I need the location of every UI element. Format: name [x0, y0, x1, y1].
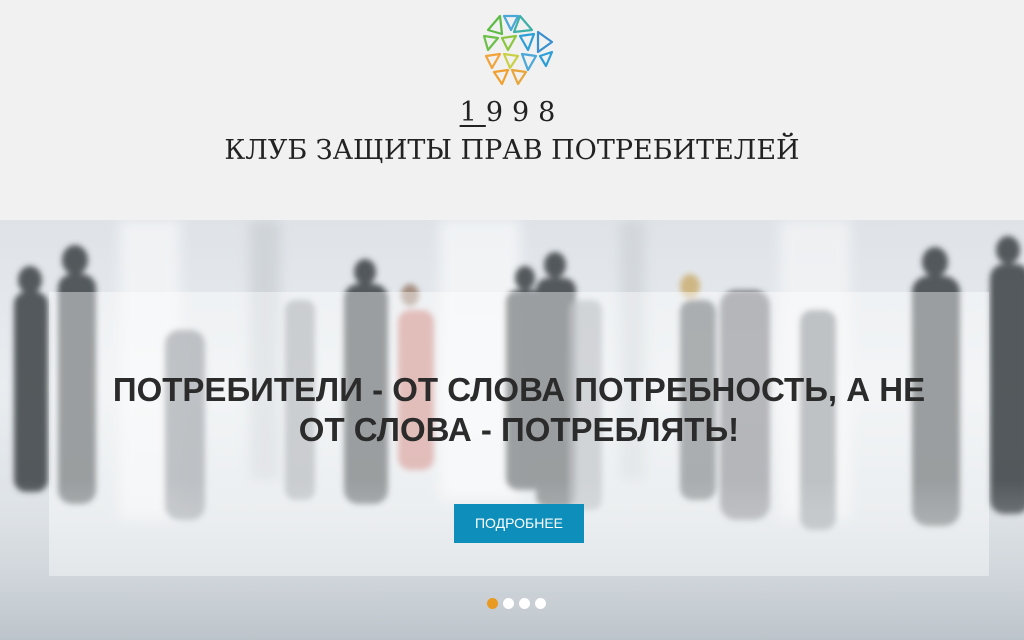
slide-slogan: ПОТРЕБИТЕЛИ - ОТ СЛОВА ПОТРЕБНОСТЬ, А НЕ… — [49, 370, 989, 450]
hero-slider: ПОТРЕБИТЕЛИ - ОТ СЛОВА ПОТРЕБНОСТЬ, А НЕ… — [0, 220, 1024, 640]
slider-pagination — [487, 598, 546, 612]
slide-slogan-line-2: ОТ СЛОВА - ПОТРЕБЛЯТЬ! — [298, 411, 740, 448]
slider-dot-2[interactable] — [503, 598, 514, 609]
club-name: КЛУБ ЗАЩИТЫ ПРАВ ПОТРЕБИТЕЛЕЙ — [224, 135, 800, 166]
founding-year: 1998 — [0, 96, 1024, 130]
founding-year-rest: 998 — [485, 97, 565, 128]
slide-slogan-line-1: ПОТРЕБИТЕЛИ - ОТ СЛОВА ПОТРЕБНОСТЬ, А НЕ — [112, 371, 926, 408]
founding-year-first-digit: 1 — [459, 97, 486, 128]
slider-dot-3[interactable] — [519, 598, 530, 609]
slider-dot-4[interactable] — [535, 598, 546, 609]
slide-caption-panel: ПОТРЕБИТЕЛИ - ОТ СЛОВА ПОТРЕБНОСТЬ, А НЕ… — [49, 292, 989, 576]
site-header: 1998 КЛУБ ЗАЩИТЫ ПРАВ ПОТРЕБИТЕЛЕЙ — [0, 0, 1024, 220]
slider-dot-1[interactable] — [487, 598, 498, 609]
club-logo-icon[interactable] — [480, 12, 556, 88]
more-details-button[interactable]: ПОДРОБНЕЕ — [454, 504, 584, 543]
